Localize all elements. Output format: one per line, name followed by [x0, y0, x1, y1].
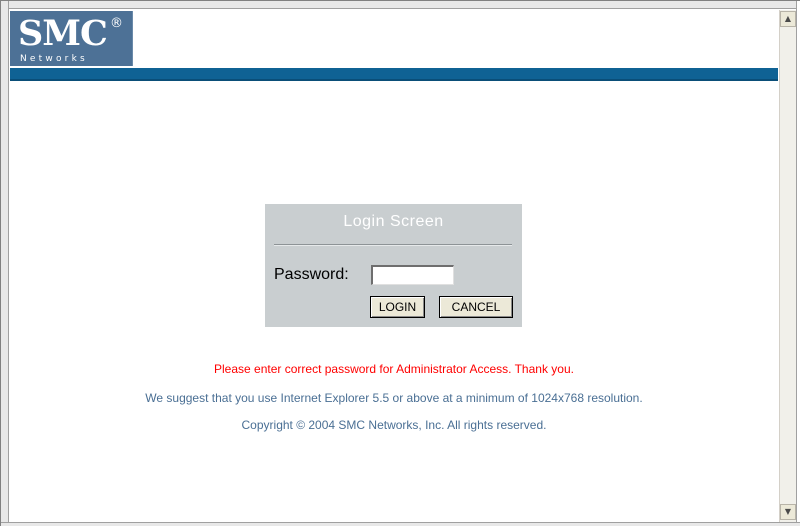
- window-right-border: [796, 1, 800, 526]
- scroll-down-icon[interactable]: ▼: [780, 504, 796, 520]
- browser-suggestion: We suggest that you use Internet Explore…: [145, 391, 643, 405]
- browser-page: SMC ® Networks Login Screen Password: LO…: [0, 0, 800, 526]
- window-top-border: [1, 1, 800, 9]
- window-left-border: [1, 1, 9, 526]
- smc-logo: SMC ® Networks: [10, 11, 133, 66]
- password-input[interactable]: [371, 265, 454, 285]
- window-bottom-border: [1, 522, 800, 526]
- login-divider: [274, 244, 512, 246]
- vertical-scrollbar[interactable]: ▲ ▼: [779, 10, 796, 522]
- logo-wordmark: SMC: [18, 13, 108, 54]
- header-bar: [10, 68, 778, 81]
- password-label: Password:: [274, 266, 349, 283]
- cancel-button[interactable]: CANCEL: [439, 296, 513, 318]
- scroll-up-icon[interactable]: ▲: [780, 11, 796, 27]
- copyright-notice: Copyright © 2004 SMC Networks, Inc. All …: [241, 418, 547, 432]
- login-button[interactable]: LOGIN: [370, 296, 425, 318]
- logo-registered-mark: ®: [110, 16, 123, 31]
- logo-subtitle: Networks: [20, 54, 88, 64]
- login-title: Login Screen: [343, 213, 444, 230]
- error-message: Please enter correct password for Admini…: [214, 362, 574, 376]
